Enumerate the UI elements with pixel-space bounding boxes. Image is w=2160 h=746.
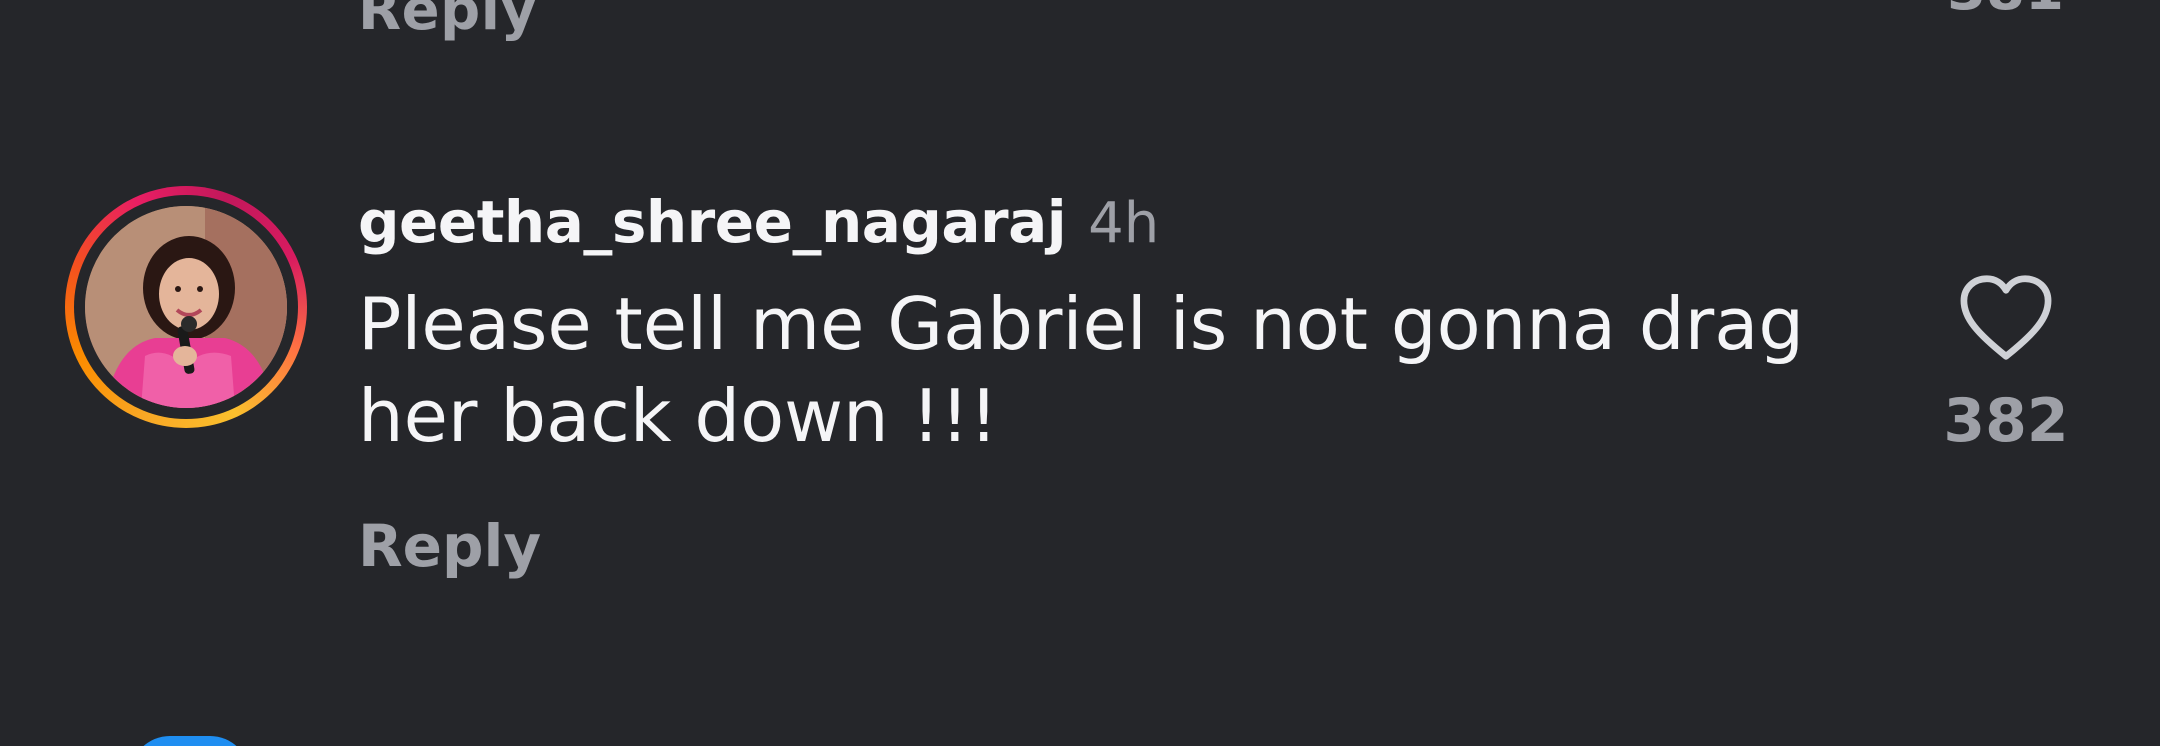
next-comment-avatar[interactable] [130, 736, 250, 746]
like-count: 382 [1943, 386, 2069, 456]
avatar-story-ring[interactable] [65, 186, 307, 428]
comment-meta: geetha_shree_nagaraj 4h [358, 188, 1858, 272]
comment-text: Please tell me Gabriel is not gonna drag… [358, 282, 1805, 458]
previous-comment-like-count: 381 [1947, 0, 2064, 23]
comment: geetha_shree_nagaraj 4h Please tell me G… [358, 188, 1858, 462]
heart-outline-icon[interactable] [1958, 274, 2054, 362]
username[interactable]: geetha_shree_nagaraj [358, 188, 1067, 256]
reply-button[interactable]: Reply [358, 512, 541, 580]
timestamp: 4h [1088, 191, 1160, 256]
comments-screen: Reply 381 [0, 0, 2160, 746]
avatar[interactable] [85, 206, 287, 408]
previous-comment-reply-button[interactable]: Reply [358, 0, 537, 43]
avatar-photo [85, 206, 287, 408]
like-section: 382 [1943, 274, 2069, 456]
